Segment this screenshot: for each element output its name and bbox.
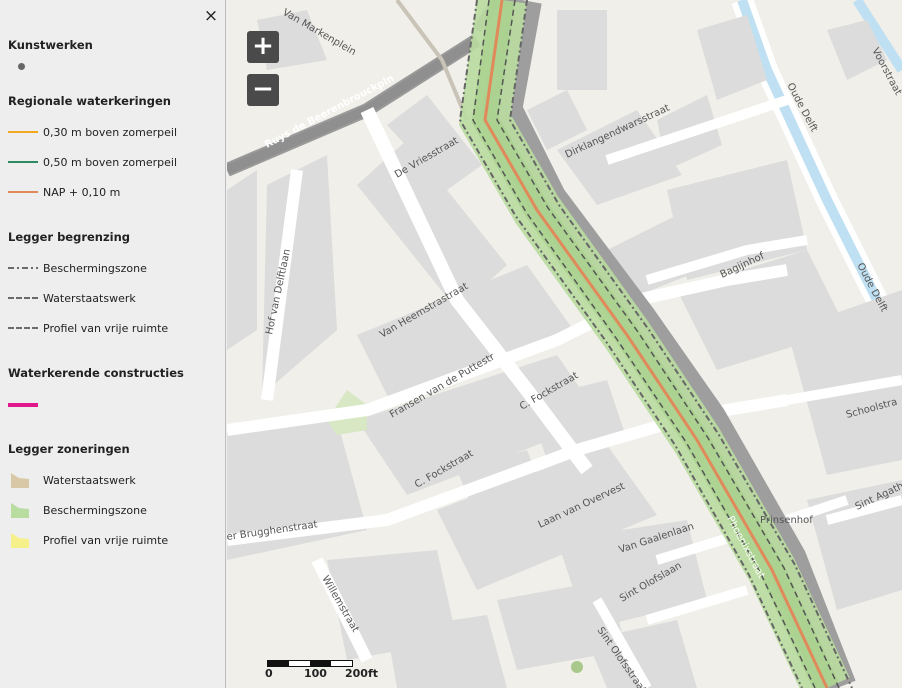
dashed-line-icon [8, 327, 38, 329]
polygon-swatch-icon [11, 503, 29, 518]
legend-item-waterstaatswerk-zone: Waterstaatswerk [8, 472, 136, 488]
legend-item-nap: NAP + 0,10 m [8, 184, 120, 200]
legend-title-constructies: Waterkerende constructies [8, 366, 184, 380]
scale-label-end: 200ft [345, 667, 379, 680]
legend-label: NAP + 0,10 m [43, 185, 121, 199]
map-canvas[interactable]: Van Markenplein Ruys de Beerenbrouckpln … [227, 0, 902, 688]
legend-label: Profiel van vrije ruimte [43, 321, 169, 335]
legend-item-profiel-line: Profiel van vrije ruimte [8, 320, 168, 336]
legend-label: 0,50 m boven zomerpeil [43, 155, 178, 169]
polygon-swatch-icon [11, 533, 29, 548]
legend-label: Beschermingszone [43, 261, 147, 275]
legend-label: Waterstaatswerk [43, 291, 136, 305]
tree-icon [571, 661, 583, 673]
scale-label-mid: 100 [304, 667, 327, 680]
close-legend-button[interactable]: × [203, 7, 219, 25]
legend-label: Beschermingszone [43, 503, 147, 517]
dot-icon [18, 62, 25, 70]
legend-item-kunstwerk [8, 58, 40, 74]
legend-title-kunstwerken: Kunstwerken [8, 38, 93, 52]
legend-title-regionale: Regionale waterkeringen [8, 94, 171, 108]
legend-panel: × Kunstwerken Regionale waterkeringen 0,… [0, 0, 226, 688]
line-swatch-icon [8, 161, 38, 163]
polygon-swatch-icon [11, 473, 29, 488]
label-prinsenhof: Prinsenhof [760, 515, 813, 526]
legend-title-zoneringen: Legger zoneringen [8, 442, 130, 456]
legend-label: Waterstaatswerk [43, 473, 136, 487]
legend-item-030: 0,30 m boven zomerpeil [8, 124, 177, 140]
dashed-line-icon [8, 297, 38, 299]
legend-label: 0,30 m boven zomerpeil [43, 125, 178, 139]
map-view[interactable]: Van Markenplein Ruys de Beerenbrouckpln … [227, 0, 902, 688]
legend-item-beschermingszone-zone: Beschermingszone [8, 502, 147, 518]
line-swatch-icon [8, 403, 38, 407]
legend-item-beschermingszone-line: Beschermingszone [8, 260, 147, 276]
legend-item-050: 0,50 m boven zomerpeil [8, 154, 177, 170]
scale-bar-graphic [267, 660, 353, 667]
scale-label-zero: 0 [265, 667, 273, 680]
legend-item-constructie [8, 397, 40, 413]
dashdot-line-icon [8, 267, 38, 269]
line-swatch-icon [8, 191, 38, 193]
zoom-in-button[interactable]: + [247, 31, 279, 63]
legend-item-waterstaatswerk-line: Waterstaatswerk [8, 290, 136, 306]
legend-title-begrenzing: Legger begrenzing [8, 230, 131, 244]
zoom-out-button[interactable]: − [247, 74, 279, 106]
line-swatch-icon [8, 131, 38, 133]
legend-item-profiel-zone: Profiel van vrije ruimte [8, 532, 168, 548]
legend-label: Profiel van vrije ruimte [43, 533, 169, 547]
